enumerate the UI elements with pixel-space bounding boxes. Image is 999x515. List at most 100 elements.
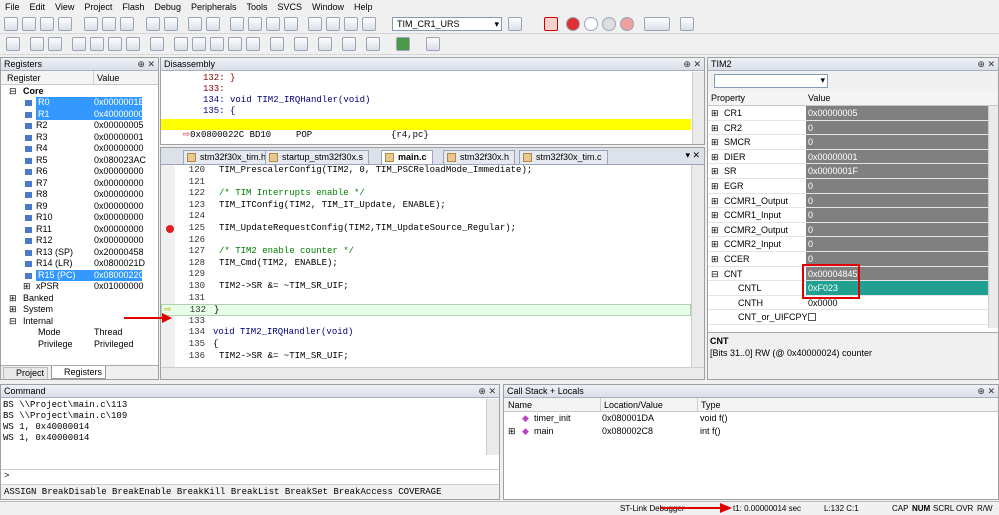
code-line[interactable]: 128 TIM_Cmd(TIM2, ENABLE); — [161, 258, 691, 270]
comment-icon[interactable] — [344, 17, 358, 31]
core-group[interactable]: ⊟ Core — [1, 85, 158, 97]
breakpoint-insert-icon[interactable] — [566, 17, 580, 31]
menu-view[interactable]: View — [50, 2, 79, 12]
register-row[interactable]: R3 0x00000001 — [1, 132, 158, 144]
editor-hscrollbar[interactable] — [161, 367, 704, 379]
code-line[interactable]: 134 void TIM2_IRQHandler(void) — [161, 327, 691, 339]
register-row[interactable]: R10 0x00000000 — [1, 212, 158, 224]
breakpoint-kill-all-icon[interactable] — [620, 17, 634, 31]
tab-stm32f30x-h[interactable]: stm32f30x.h — [443, 150, 516, 164]
copy-icon[interactable] — [102, 17, 116, 31]
collapse-icon[interactable]: ⊟ — [711, 267, 719, 282]
register-row[interactable]: R12 0x00000000 — [1, 235, 158, 247]
menu-edit[interactable]: Edit — [25, 2, 51, 12]
register-group-banked[interactable]: ⊞ Banked — [1, 293, 158, 305]
register-row[interactable]: ⊞ xPSR 0x01000000 — [1, 281, 158, 293]
debug-session-icon[interactable] — [544, 17, 558, 31]
code-line[interactable]: 121 — [161, 177, 691, 189]
system-viewer-icon[interactable] — [396, 37, 410, 51]
breakpoint-disable-icon[interactable] — [584, 17, 598, 31]
expand-icon[interactable]: ⊞ — [711, 208, 719, 223]
checkbox[interactable] — [808, 313, 816, 322]
window-layout-icon[interactable] — [644, 17, 670, 31]
expand-icon[interactable]: ⊞ — [711, 194, 719, 209]
property-value[interactable]: 0x00000005 — [806, 106, 988, 120]
configure-icon[interactable] — [680, 17, 694, 31]
indent-icon[interactable] — [308, 17, 322, 31]
register-row[interactable]: R15 (PC) 0x0800022C — [1, 269, 158, 281]
disassembly-line[interactable]: 132: } — [161, 73, 704, 84]
register-row[interactable]: R8 0x00000000 — [1, 189, 158, 201]
find-icon[interactable] — [508, 17, 522, 31]
property-value[interactable]: 0 — [806, 135, 988, 149]
code-line[interactable]: 125 TIM_UpdateRequestConfig(TIM2,TIM_Upda… — [161, 223, 691, 235]
register-row[interactable]: R0 0x0000001E — [1, 97, 158, 109]
tab-stm32f30x-tim-h[interactable]: stm32f30x_tim.h — [183, 150, 273, 164]
expand-icon[interactable]: ⊞ — [508, 425, 516, 438]
property-value[interactable]: 0 — [806, 222, 988, 237]
pin-close-icon[interactable]: ⊕ ✕ — [977, 58, 995, 71]
tim2-row-sr[interactable]: ⊞ SR 0x0000001F — [708, 164, 988, 179]
editor-vscrollbar[interactable] — [691, 165, 704, 367]
expand-icon[interactable]: ⊞ — [711, 237, 719, 252]
menu-file[interactable]: File — [0, 2, 25, 12]
register-row[interactable]: Mode Thread — [1, 327, 158, 339]
collapse-icon[interactable]: ⊟ — [9, 85, 17, 97]
pin-close-icon[interactable]: ⊕ ✕ — [977, 385, 995, 398]
command-scrollbar[interactable] — [486, 399, 499, 455]
menu-debug[interactable]: Debug — [149, 2, 186, 12]
analysis-window-icon[interactable] — [342, 37, 356, 51]
expand-icon[interactable]: ⊞ — [9, 304, 17, 316]
pin-close-icon[interactable]: ⊕ ✕ — [137, 58, 155, 71]
menu-peripherals[interactable]: Peripherals — [186, 2, 242, 12]
code-line[interactable]: 135 { — [161, 339, 691, 351]
disassembly-window-icon[interactable] — [192, 37, 206, 51]
tim2-row-cr1[interactable]: ⊞ CR1 0x00000005 — [708, 106, 988, 121]
register-row[interactable]: R7 0x00000000 — [1, 178, 158, 190]
collapse-icon[interactable]: ⊟ — [9, 316, 17, 328]
code-line[interactable]: 136 TIM2->SR &= ~TIM_SR_UIF; — [161, 351, 691, 363]
close-icon[interactable]: ▾ ✕ — [685, 150, 700, 161]
paste-icon[interactable] — [120, 17, 134, 31]
run-icon[interactable] — [30, 37, 44, 51]
tim2-row-cnt[interactable]: ⊟ CNT 0x00004845 — [708, 266, 988, 282]
pin-close-icon[interactable]: ⊕ ✕ — [683, 58, 701, 71]
property-value[interactable]: 0 — [806, 178, 988, 193]
tim2-row-smcr[interactable]: ⊞ SMCR 0 — [708, 135, 988, 150]
tim2-selector[interactable]: ▾ — [714, 74, 828, 88]
property-value[interactable]: 0 — [806, 208, 988, 222]
menu-flash[interactable]: Flash — [117, 2, 149, 12]
property-value[interactable] — [806, 310, 988, 324]
tab-startup-stm32f30x-s[interactable]: startup_stm32f30x.s — [265, 150, 370, 164]
pin-close-icon[interactable]: ⊕ ✕ — [478, 385, 496, 398]
memory-window-icon[interactable] — [294, 37, 308, 51]
register-row[interactable]: R11 0x00000000 — [1, 224, 158, 236]
expand-icon[interactable]: ⊞ — [711, 106, 719, 121]
expand-icon[interactable]: ⊞ — [711, 179, 719, 194]
register-row[interactable]: R13 (SP) 0x20000458 — [1, 247, 158, 259]
reset-icon[interactable] — [6, 37, 20, 51]
target-combo[interactable]: TIM_CR1_URS ▾ — [392, 17, 502, 31]
save-icon[interactable] — [40, 17, 54, 31]
stop-icon[interactable] — [48, 37, 62, 51]
tab-stm32f30x-tim-c[interactable]: stm32f30x_tim.c — [519, 150, 608, 164]
code-line[interactable]: 126 — [161, 235, 691, 247]
code-line[interactable]: 133 — [161, 316, 691, 328]
code-line[interactable]: 123 TIM_ITConfig(TIM2, TIM_IT_Update, ENA… — [161, 200, 691, 212]
expand-icon[interactable]: ⊞ — [711, 164, 719, 179]
tim2-row-cntl[interactable]: CNTL 0xF023 — [708, 281, 988, 296]
command-window-icon[interactable] — [174, 37, 188, 51]
register-group-system[interactable]: ⊞ System — [1, 304, 158, 316]
uncomment-icon[interactable] — [362, 17, 376, 31]
register-group-internal[interactable]: ⊟ Internal — [1, 316, 158, 328]
expand-icon[interactable]: ⊞ — [711, 121, 719, 136]
tim2-row-ccer[interactable]: ⊞ CCER 0 — [708, 251, 988, 267]
bookmark-next-icon[interactable] — [266, 17, 280, 31]
register-row[interactable]: R9 0x00000000 — [1, 201, 158, 213]
expand-icon[interactable]: ⊞ — [9, 293, 17, 305]
register-row[interactable]: R4 0x00000000 — [1, 143, 158, 155]
disassembly-line[interactable]: 133: — [161, 84, 704, 95]
cut-icon[interactable] — [84, 17, 98, 31]
menu-help[interactable]: Help — [349, 2, 378, 12]
tim2-row-ccmr2_input[interactable]: ⊞ CCMR2_Input 0 — [708, 237, 988, 252]
